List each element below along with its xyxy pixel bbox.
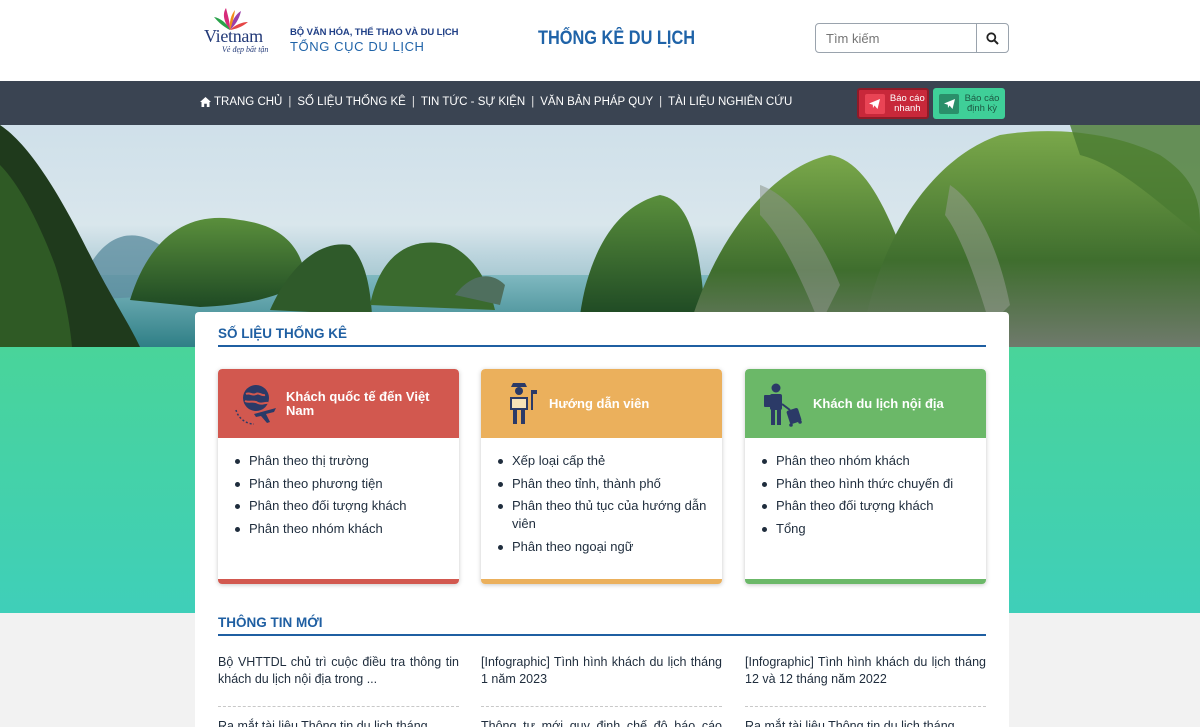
- news-item[interactable]: Ra mắt tài liệu Thông tin du lịch tháng: [218, 718, 459, 727]
- card-link[interactable]: Phân theo thị trường: [235, 452, 459, 470]
- card-link-list: Xếp loại cấp thẻ Phân theo tỉnh, thành p…: [481, 438, 722, 556]
- news-column: Bộ VHTTDL chủ trì cuộc điều tra thông ti…: [218, 654, 459, 727]
- card-domestic-tourists: Khách du lịch nội địa Phân theo nhóm khá…: [745, 369, 986, 584]
- news-section-heading: THÔNG TIN MỚI: [218, 615, 986, 636]
- logo-tagline: Vẻ đẹp bất tận: [222, 45, 269, 54]
- quick-report-button[interactable]: Báo cáo nhanh: [857, 88, 929, 119]
- nav-separator: |: [288, 96, 292, 108]
- main-menu: TRANG CHỦ | SỐ LIỆU THỐNG KÊ | TIN TỨC -…: [200, 96, 792, 108]
- card-link-list: Phân theo thị trường Phân theo phương ti…: [218, 438, 459, 538]
- nav-item-news-events[interactable]: TIN TỨC - SỰ KIỆN: [421, 96, 525, 108]
- card-link[interactable]: Phân theo ngoại ngữ: [498, 538, 722, 556]
- send-icon: [865, 93, 885, 114]
- news-item[interactable]: Bộ VHTTDL chủ trì cuộc điều tra thông ti…: [218, 654, 459, 707]
- traveler-luggage-icon: [757, 378, 809, 430]
- main-navbar: TRANG CHỦ | SỐ LIỆU THỐNG KÊ | TIN TỨC -…: [0, 81, 1200, 125]
- site-title[interactable]: THỐNG KÊ DU LỊCH: [538, 28, 695, 50]
- card-title: Khách quốc tế đến Việt Nam: [286, 388, 430, 418]
- card-link[interactable]: Phân theo đối tượng khách: [235, 497, 459, 515]
- nav-item-label: TRANG CHỦ: [214, 96, 283, 108]
- card-header-domestic-tourists[interactable]: Khách du lịch nội địa: [745, 369, 986, 438]
- tour-guide-icon: [493, 378, 545, 430]
- periodic-report-button[interactable]: Báo cáo định kỳ: [933, 88, 1005, 119]
- search-icon: [986, 31, 999, 45]
- nav-separator: |: [659, 96, 663, 108]
- nav-item-legal-documents[interactable]: VĂN BẢN PHÁP QUY: [540, 96, 653, 108]
- globe-airplane-icon: [230, 378, 282, 430]
- card-link[interactable]: Tổng: [762, 520, 986, 538]
- nav-item-statistics[interactable]: SỐ LIỆU THỐNG KÊ: [297, 96, 405, 108]
- card-footer-bar: [218, 579, 459, 584]
- search-button[interactable]: [976, 24, 1008, 52]
- card-tour-guides: Hướng dẫn viên Xếp loại cấp thẻ Phân the…: [481, 369, 722, 584]
- logo-brand-text: Vietnam: [204, 26, 263, 46]
- nav-item-research-documents[interactable]: TÀI LIỆU NGHIÊN CỨU: [668, 96, 792, 108]
- card-international-visitors: Khách quốc tế đến Việt Nam Phân theo thị…: [218, 369, 459, 584]
- card-header-international-visitors[interactable]: Khách quốc tế đến Việt Nam: [218, 369, 459, 438]
- search-input[interactable]: [816, 24, 977, 52]
- card-link[interactable]: Phân theo tỉnh, thành phố: [498, 475, 722, 493]
- nav-separator: |: [411, 96, 415, 108]
- card-link[interactable]: Xếp loại cấp thẻ: [498, 452, 722, 470]
- search-box: [815, 23, 1009, 53]
- news-column: [Infographic] Tình hình khách du lịch th…: [481, 654, 722, 727]
- news-item[interactable]: [Infographic] Tình hình khách du lịch th…: [745, 654, 986, 707]
- periodic-report-label: Báo cáo định kỳ: [964, 92, 1000, 114]
- vietnam-logo[interactable]: Vietnam Vẻ đẹp bất tận: [204, 8, 276, 56]
- card-title: Hướng dẫn viên: [549, 395, 650, 411]
- nav-separator: |: [531, 96, 535, 108]
- news-item[interactable]: [Infographic] Tình hình khách du lịch th…: [481, 654, 722, 707]
- quick-report-label: Báo cáo nhanh: [889, 92, 925, 114]
- card-link[interactable]: Phân theo nhóm khách: [235, 520, 459, 538]
- news-item[interactable]: Ra mắt tài liệu Thông tin du lịch tháng: [745, 718, 986, 727]
- card-link[interactable]: Phân theo nhóm khách: [762, 452, 986, 470]
- statistics-section-heading: SỐ LIỆU THỐNG KÊ: [218, 326, 986, 347]
- news-item[interactable]: Thông tư mới quy định chế độ báo cáo thố…: [481, 718, 722, 727]
- nav-item-home[interactable]: TRANG CHỦ: [200, 96, 282, 108]
- send-icon: [939, 93, 959, 114]
- ministry-name: BỘ VĂN HÓA, THỂ THAO VÀ DU LỊCH: [290, 27, 459, 38]
- card-link-list: Phân theo nhóm khách Phân theo hình thức…: [745, 438, 986, 538]
- main-content-panel: SỐ LIỆU THỐNG KÊ Khách quốc tế đến Việt …: [195, 312, 1009, 727]
- site-header: Vietnam Vẻ đẹp bất tận BỘ VĂN HÓA, THỂ T…: [0, 0, 1200, 81]
- card-title: Khách du lịch nội địa: [813, 395, 944, 411]
- card-footer-bar: [745, 579, 986, 584]
- card-link[interactable]: Phân theo đối tượng khách: [762, 497, 986, 515]
- news-column: [Infographic] Tình hình khách du lịch th…: [745, 654, 986, 727]
- card-link[interactable]: Phân theo phương tiện: [235, 475, 459, 493]
- card-link[interactable]: Phân theo thủ tục của hướng dẫn viên: [498, 497, 722, 533]
- card-footer-bar: [481, 579, 722, 584]
- card-link[interactable]: Phân theo hình thức chuyến đi: [762, 475, 986, 493]
- agency-name: TỔNG CỤC DU LỊCH: [290, 39, 425, 54]
- home-icon: [200, 97, 211, 107]
- card-header-tour-guides[interactable]: Hướng dẫn viên: [481, 369, 722, 438]
